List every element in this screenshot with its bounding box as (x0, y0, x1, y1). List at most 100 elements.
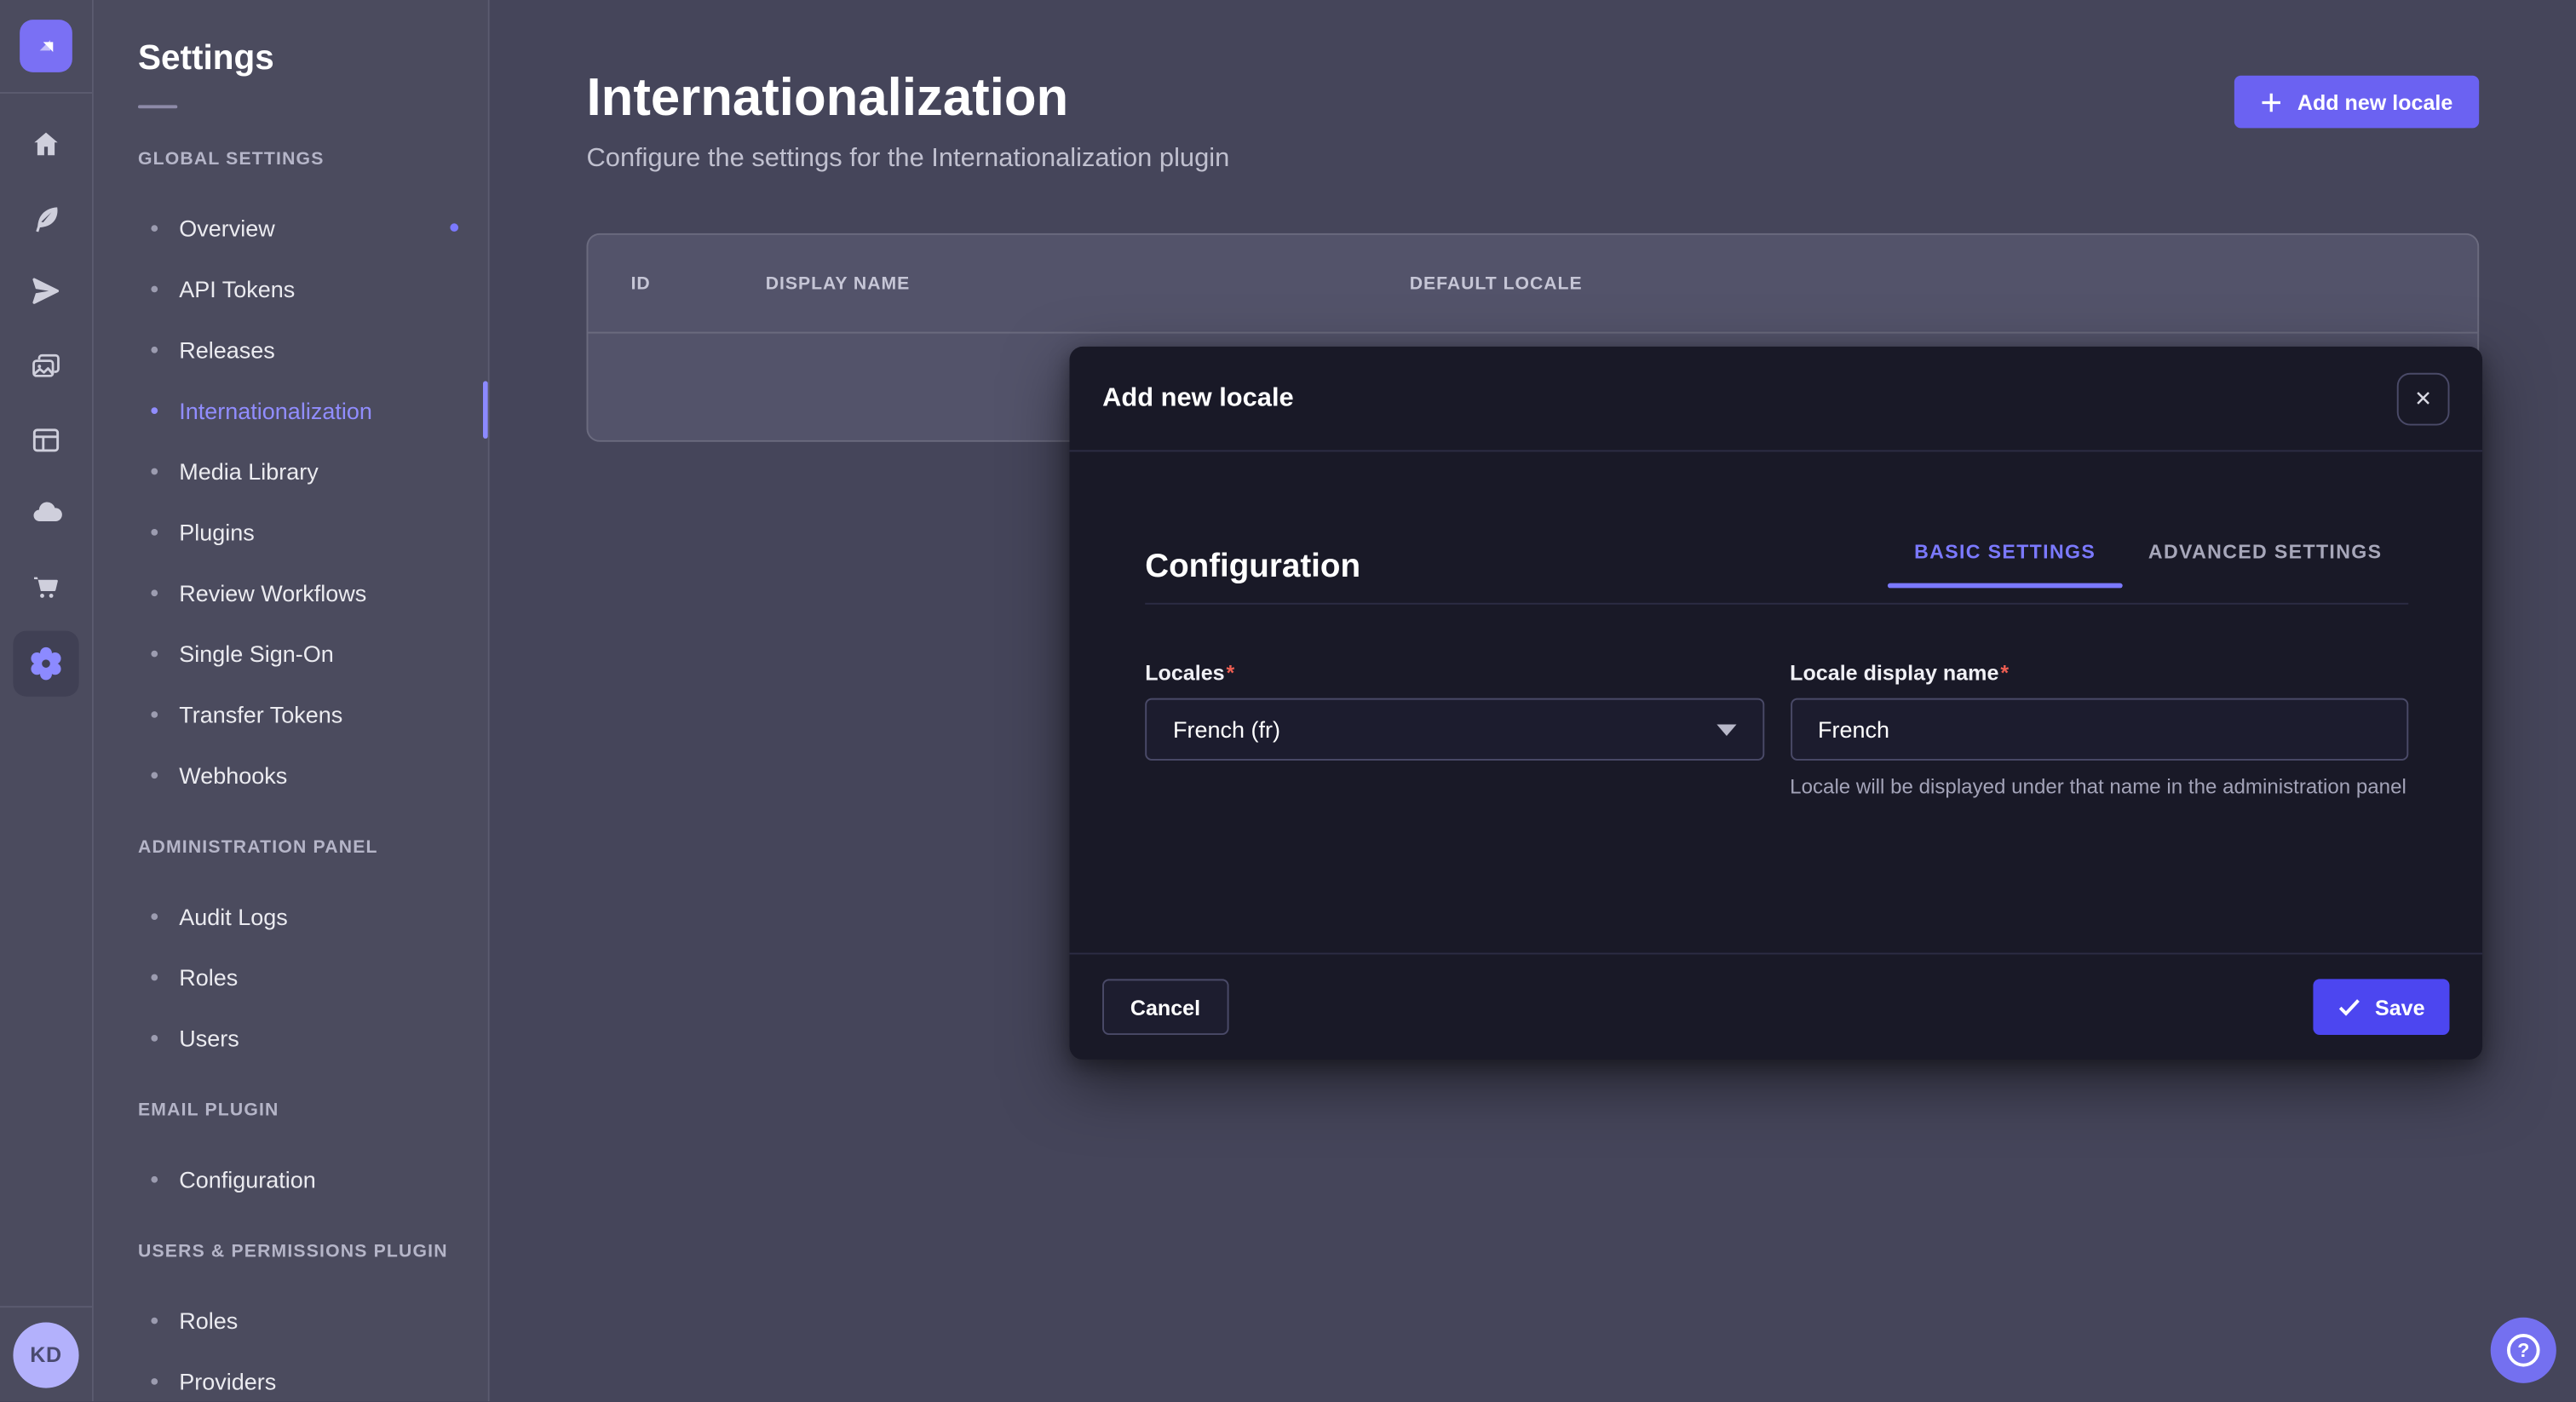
modal-header: Add new locale ✕ (1069, 347, 2482, 451)
save-button[interactable]: Save (2313, 979, 2450, 1035)
tabs-divider (1145, 603, 2408, 605)
page-subtitle: Configure the settings for the Internati… (586, 145, 2479, 175)
sidebar-item-releases[interactable]: Releases (94, 319, 488, 379)
sidebar-item-label: Configuration (179, 1165, 316, 1192)
sidebar-item-internationalization[interactable]: Internationalization (94, 379, 488, 440)
sidebar-item-label: Media Library (179, 457, 319, 484)
sidebar-item-media-library[interactable]: Media Library (94, 440, 488, 501)
nav-rail: KD (0, 0, 94, 1401)
sidebar-title-divider (138, 105, 177, 108)
locales-select[interactable]: French (fr) (1145, 698, 1763, 761)
marketplace-cart-icon[interactable] (0, 550, 93, 624)
cloud-icon[interactable] (0, 476, 93, 550)
strapi-logo-icon[interactable] (20, 20, 72, 72)
bullet-icon (151, 1377, 158, 1384)
sidebar-item-webhooks[interactable]: Webhooks (94, 744, 488, 805)
sidebar-item-label: Roles (179, 1307, 238, 1333)
bullet-icon (151, 468, 158, 474)
column-default-locale: DEFAULT LOCALE (1410, 273, 1583, 293)
bullet-icon (151, 285, 158, 292)
bullet-icon (151, 974, 158, 980)
sidebar-item-label: Roles (179, 963, 238, 990)
home-icon[interactable] (0, 106, 93, 181)
bullet-icon (151, 710, 158, 717)
main-content: Internationalization Configure the setti… (490, 0, 2576, 1401)
modal-footer: Cancel Save (1069, 953, 2482, 1060)
sidebar-item-label: Users (179, 1024, 239, 1050)
content-manager-layout-icon[interactable] (0, 402, 93, 476)
sidebar-section-label-users-permissions-plugin: USERS & PERMISSIONS PLUGIN (138, 1240, 488, 1263)
bullet-icon (151, 346, 158, 353)
bullet-icon (151, 771, 158, 778)
active-item-indicator (483, 381, 488, 438)
sidebar-item-providers[interactable]: Providers (94, 1350, 488, 1401)
sidebar-item-label: Audit Logs (179, 903, 288, 929)
check-icon (2337, 996, 2360, 1019)
display-name-label: Locale display name* (1790, 660, 2408, 685)
sidebar-item-review-workflows[interactable]: Review Workflows (94, 562, 488, 623)
bullet-icon (151, 528, 158, 535)
tab-advanced-settings[interactable]: ADVANCED SETTINGS (2122, 540, 2408, 586)
add-new-locale-button[interactable]: Add new locale (2235, 76, 2480, 129)
sidebar-item-label: Webhooks (179, 761, 287, 788)
user-avatar[interactable]: KD (13, 1322, 78, 1388)
bullet-icon (151, 406, 158, 413)
sidebar-sections: GLOBAL SETTINGS Overview API Tokens Release… (94, 148, 488, 1401)
bullet-icon (151, 1175, 158, 1182)
tabs: BASIC SETTINGS ADVANCED SETTINGS (1888, 540, 2408, 586)
display-name-field: Locale display name* Locale will be disp… (1790, 660, 2408, 802)
rail-nav (0, 106, 93, 703)
bullet-icon (151, 650, 158, 657)
bullet-icon (151, 912, 158, 919)
bullet-icon (151, 1034, 158, 1041)
sidebar-section: GLOBAL SETTINGS Overview API Tokens Release… (94, 148, 488, 805)
sidebar-item-single-sign-on[interactable]: Single Sign-On (94, 623, 488, 683)
close-icon[interactable]: ✕ (2397, 372, 2450, 425)
form-fields: Locales* French (fr) Locale display name… (1145, 660, 2408, 802)
sidebar-item-roles[interactable]: Roles (94, 1290, 488, 1350)
sidebar-item-label: API Tokens (179, 275, 295, 302)
display-name-input[interactable] (1790, 698, 2408, 761)
settings-sidebar: Settings GLOBAL SETTINGSOverviewAPI Toke… (94, 0, 490, 1401)
content-feather-icon[interactable] (0, 181, 93, 255)
sidebar-item-audit-logs[interactable]: Audit Logs (94, 885, 488, 945)
sidebar-item-label: Releases (179, 336, 275, 362)
sidebar-section-label-global-settings: GLOBAL SETTINGS (138, 148, 488, 171)
configuration-row: Configuration BASIC SETTINGS ADVANCED SE… (1145, 540, 2408, 586)
cancel-button[interactable]: Cancel (1102, 979, 1228, 1035)
required-asterisk: * (2000, 660, 2009, 685)
sidebar-item-plugins[interactable]: Plugins (94, 501, 488, 561)
bullet-icon (151, 589, 158, 595)
sidebar-item-label: Internationalization (179, 397, 372, 423)
sidebar-item-overview[interactable]: Overview (94, 197, 488, 257)
sidebar-item-api-tokens[interactable]: API Tokens (94, 258, 488, 319)
question-mark-icon: ? (2507, 1334, 2540, 1367)
page-title: Internationalization (586, 66, 2479, 128)
add-locale-modal: Add new locale ✕ Configuration BASIC SET… (1069, 347, 2482, 1060)
plus-icon (2261, 91, 2282, 112)
settings-gear-icon[interactable] (0, 624, 93, 704)
send-plane-icon[interactable] (0, 255, 93, 329)
sidebar-item-transfer-tokens[interactable]: Transfer Tokens (94, 683, 488, 744)
sidebar-item-label: Transfer Tokens (179, 701, 342, 727)
sidebar-section: ADMINISTRATION PANELAudit LogsRolesUsers (94, 836, 488, 1068)
sidebar-section-label-email-plugin: EMAIL PLUGIN (138, 1099, 488, 1122)
help-button[interactable]: ? (2491, 1318, 2556, 1383)
tab-basic-settings[interactable]: BASIC SETTINGS (1888, 540, 2122, 586)
app-window: KD Settings GLOBAL SETTINGSOverviewAPI T… (0, 0, 2576, 1401)
required-asterisk: * (1227, 660, 1235, 685)
configuration-title: Configuration (1145, 547, 1360, 586)
sidebar-section: USERS & PERMISSIONS PLUGIN Roles Providers (94, 1240, 488, 1401)
media-library-icon[interactable] (0, 329, 93, 403)
chevron-down-icon (1716, 724, 1735, 736)
rail-bottom: KD (0, 1306, 92, 1401)
sidebar-item-roles[interactable]: Roles (94, 946, 488, 1007)
sidebar-item-label: Review Workflows (179, 579, 366, 606)
locales-select-value: French (fr) (1173, 716, 1280, 743)
sidebar-item-configuration[interactable]: Configuration (94, 1148, 488, 1209)
modal-body: Configuration BASIC SETTINGS ADVANCED SE… (1069, 451, 2482, 952)
column-display-name: DISPLAY NAME (766, 273, 1410, 293)
sidebar-item-users[interactable]: Users (94, 1007, 488, 1067)
sidebar-item-label: Providers (179, 1368, 276, 1394)
sidebar-item-label: Single Sign-On (179, 640, 334, 666)
